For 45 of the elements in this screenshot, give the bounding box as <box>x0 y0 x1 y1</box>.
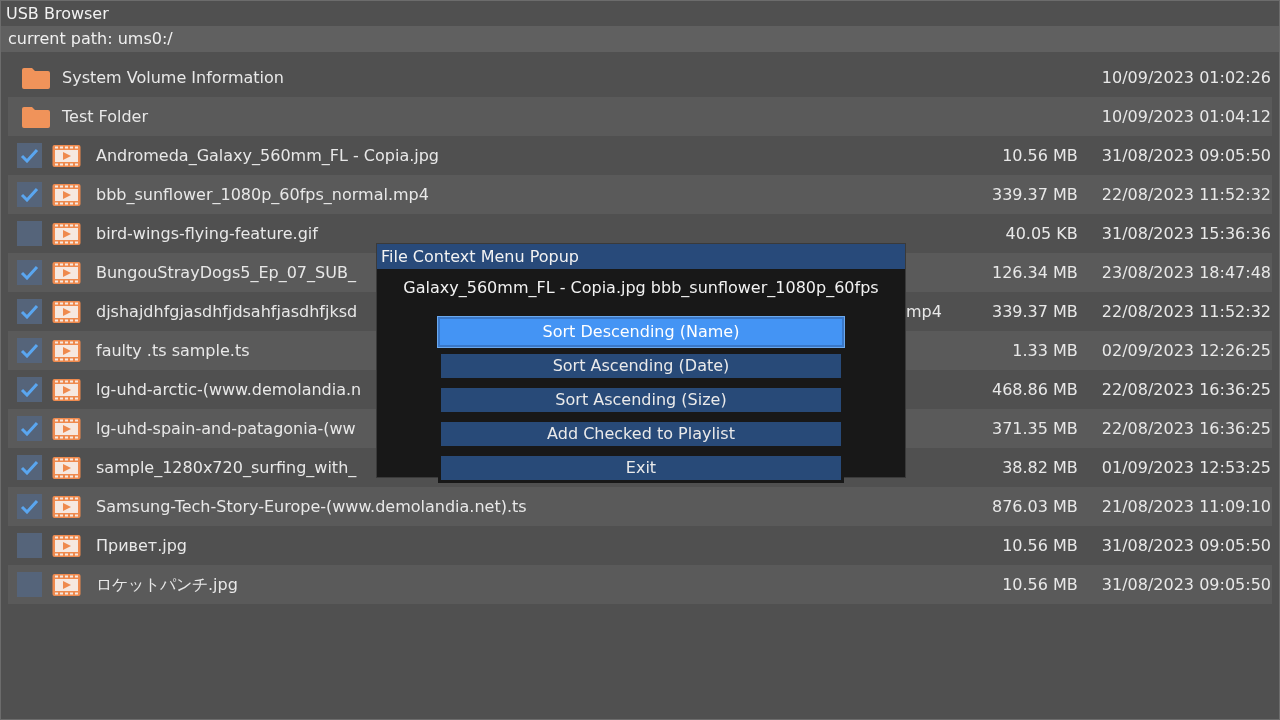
file-name: lg-uhd-arctic-(www.demolandia.n <box>96 378 362 401</box>
file-name: Andromeda_Galaxy_560mm_FL - Copia.jpg <box>96 144 440 167</box>
folder-name: Test Folder <box>62 105 149 128</box>
file-name: Samsung-Tech-Story-Europe-(www.demolandia.net).ts <box>96 495 527 518</box>
file-size: 126.34 MB <box>990 261 1078 284</box>
path-bar: current path: ums0:/ <box>1 26 1279 52</box>
file-size: 339.37 MB <box>990 183 1078 206</box>
file-name: lg-uhd-spain-and-patagonia-(ww <box>96 417 356 440</box>
file-size: 1.33 MB <box>1011 339 1078 362</box>
file-size: 876.03 MB <box>990 495 1078 518</box>
modified-date: 01/09/2023 12:53:25 <box>1101 456 1272 479</box>
popup-title: File Context Menu Popup <box>377 244 905 269</box>
file-name: sample_1280x720_surfing_with_ <box>96 456 357 479</box>
file-size: 468.86 MB <box>990 378 1078 401</box>
file-name: Привет.jpg <box>96 534 188 557</box>
selected-files: Galaxy_560mm_FL - Copia.jpg bbb_sunflower_1080p_60fps <box>402 277 880 299</box>
modified-date: 22/08/2023 11:52:32 <box>1101 300 1272 323</box>
file-name: ロケットパンチ.jpg <box>96 573 238 596</box>
file-name: BungouStrayDogs5_Ep_07_SUB_ <box>96 261 356 284</box>
modified-date: 22/08/2023 11:52:32 <box>1101 183 1272 206</box>
modified-date: 22/08/2023 16:36:25 <box>1101 417 1272 440</box>
file-size: 10.56 MB <box>1001 144 1078 167</box>
modified-date: 31/08/2023 09:05:50 <box>1101 573 1272 596</box>
file-size: 10.56 MB <box>1001 534 1078 557</box>
folder-name: System Volume Information <box>62 66 284 89</box>
file-size: 371.35 MB <box>990 417 1078 440</box>
modified-date: 23/08/2023 18:47:48 <box>1101 261 1272 284</box>
modified-date: 10/09/2023 01:02:26 <box>1101 66 1272 89</box>
file-size: 339.37 MB <box>990 300 1078 323</box>
file-name: bbb_sunflower_1080p_60fps_normal.mp4 <box>96 183 429 206</box>
file-size: 10.56 MB <box>1001 573 1078 596</box>
modified-date: 31/08/2023 09:05:50 <box>1101 534 1272 557</box>
modified-date: 22/08/2023 16:36:25 <box>1101 378 1272 401</box>
modified-date: 31/08/2023 15:36:36 <box>1101 222 1272 245</box>
modified-date: 10/09/2023 01:04:12 <box>1101 105 1272 128</box>
modified-date: 21/08/2023 11:09:10 <box>1101 495 1272 518</box>
file-size: 40.05 KB <box>1004 222 1078 245</box>
window-title: USB Browser <box>5 3 110 25</box>
modified-date: 02/09/2023 12:26:25 <box>1101 339 1272 362</box>
file-name: faulty .ts sample.ts <box>96 339 250 362</box>
file-name: djshajdhfgjasdhfjdsahfjasdhfjksd <box>96 300 358 323</box>
file-size: 38.82 MB <box>1001 456 1078 479</box>
file-name: bird-wings-flying-feature.gif <box>96 222 318 245</box>
file-name: mp4 <box>905 300 942 323</box>
modified-date: 31/08/2023 09:05:50 <box>1101 144 1272 167</box>
